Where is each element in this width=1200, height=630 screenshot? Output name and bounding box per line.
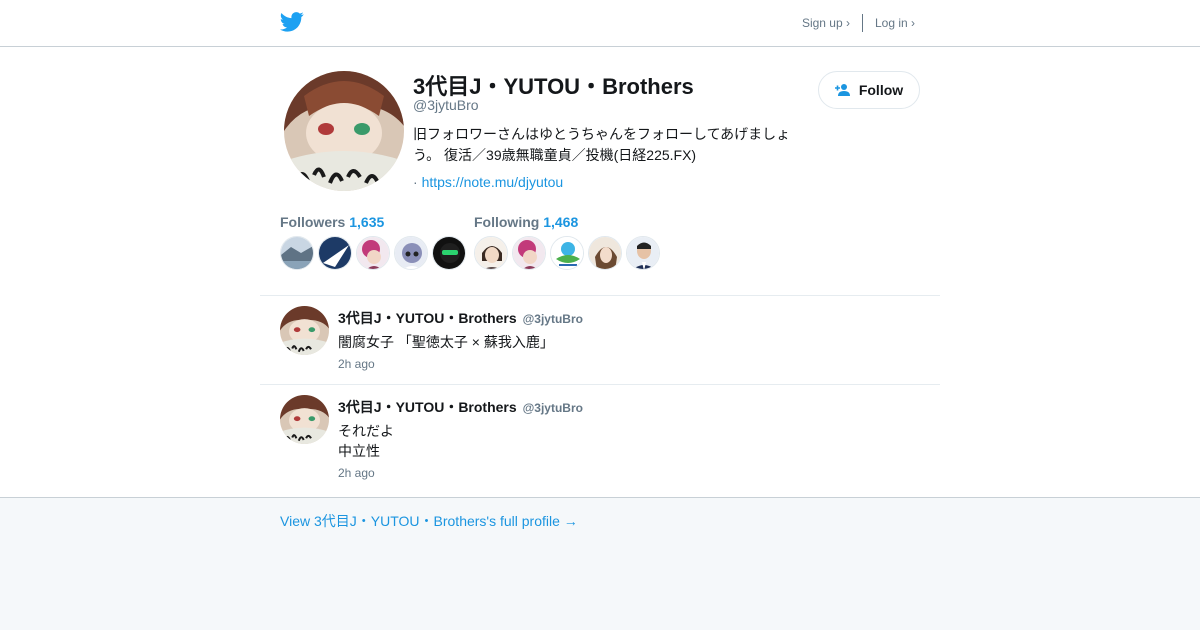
- follow-button[interactable]: Follow: [818, 71, 920, 109]
- tweet-author-name[interactable]: 3代目J・YUTOU・Brothers: [338, 399, 517, 415]
- link-prefix: ·: [413, 174, 418, 190]
- signup-link[interactable]: Sign up ›: [802, 16, 850, 30]
- profile-avatar[interactable]: [284, 71, 404, 191]
- follower-avatar[interactable]: [394, 236, 428, 270]
- following-avatars: [474, 236, 664, 270]
- tweet-text-line: 闇腐女子 「聖徳太子 × 蘇我入鹿」: [338, 334, 554, 350]
- tweet-avatar[interactable]: [280, 306, 329, 355]
- tweet-text: 闇腐女子 「聖徳太子 × 蘇我入鹿」: [338, 332, 554, 352]
- tweet-text-line: 中立性: [338, 443, 380, 459]
- followers-avatars: [280, 236, 470, 270]
- tweet-header: 3代目J・YUTOU・Brothers @3jytuBro: [338, 308, 583, 328]
- following-label: Following: [474, 214, 540, 230]
- follower-avatar[interactable]: [280, 236, 314, 270]
- tweet-header: 3代目J・YUTOU・Brothers @3jytuBro: [338, 397, 583, 417]
- profile-link-row: · https://note.mu/djyutou: [413, 174, 563, 190]
- following-avatar[interactable]: [512, 236, 546, 270]
- tweet-avatar[interactable]: [280, 395, 329, 444]
- following-avatar[interactable]: [588, 236, 622, 270]
- nav-divider: [861, 14, 863, 32]
- follower-avatar[interactable]: [356, 236, 390, 270]
- avatar-illustration: [284, 71, 404, 191]
- follower-avatar[interactable]: [318, 236, 352, 270]
- following-avatar[interactable]: [474, 236, 508, 270]
- tweet-author-handle: @3jytuBro: [522, 401, 583, 415]
- main-panel: 3代目J・YUTOU・Brothers @3jytuBro 旧フォロワーさんはゆ…: [0, 47, 1200, 498]
- tweet-timestamp[interactable]: 2h ago: [338, 357, 375, 371]
- top-nav: Sign up › Log in ›: [802, 14, 915, 32]
- tweet[interactable]: 3代目J・YUTOU・Brothers @3jytuBro 闇腐女子 「聖徳太子…: [260, 295, 940, 384]
- profile-bio: 旧フォロワーさんはゆとうちゃんをフォローしてあげましょう。 復活／39歳無職童貞…: [413, 126, 791, 163]
- followers-count: 1,635: [349, 214, 385, 230]
- tweet-text: それだよ 中立性: [338, 421, 394, 461]
- following-count: 1,468: [543, 214, 579, 230]
- tweet[interactable]: 3代目J・YUTOU・Brothers @3jytuBro それだよ 中立性 2…: [260, 384, 940, 498]
- followers-stat[interactable]: Followers 1,635: [280, 214, 384, 230]
- follow-label: Follow: [858, 82, 904, 98]
- following-avatar[interactable]: [626, 236, 660, 270]
- login-link[interactable]: Log in ›: [875, 16, 915, 30]
- follower-avatar[interactable]: [432, 236, 466, 270]
- profile-website-link[interactable]: https://note.mu/djyutou: [422, 174, 564, 190]
- tweet-list: 3代目J・YUTOU・Brothers @3jytuBro 闇腐女子 「聖徳太子…: [260, 295, 940, 498]
- followers-label: Followers: [280, 214, 346, 230]
- tweet-text-line: それだよ: [338, 423, 394, 439]
- top-bar: Sign up › Log in ›: [0, 0, 1200, 47]
- tweet-timestamp[interactable]: 2h ago: [338, 466, 375, 480]
- full-profile-link[interactable]: View 3代目J・YUTOU・Brothers's full profile …: [280, 511, 578, 531]
- following-stat[interactable]: Following 1,468: [474, 214, 578, 230]
- following-avatar[interactable]: [550, 236, 584, 270]
- tweet-author-handle: @3jytuBro: [522, 312, 583, 326]
- twitter-bird-icon[interactable]: [280, 11, 304, 33]
- profile-handle: @3jytuBro: [413, 97, 479, 113]
- profile-card: 3代目J・YUTOU・Brothers @3jytuBro 旧フォロワーさんはゆ…: [280, 47, 920, 295]
- tweet-author-name[interactable]: 3代目J・YUTOU・Brothers: [338, 310, 517, 326]
- add-person-icon: [834, 84, 850, 96]
